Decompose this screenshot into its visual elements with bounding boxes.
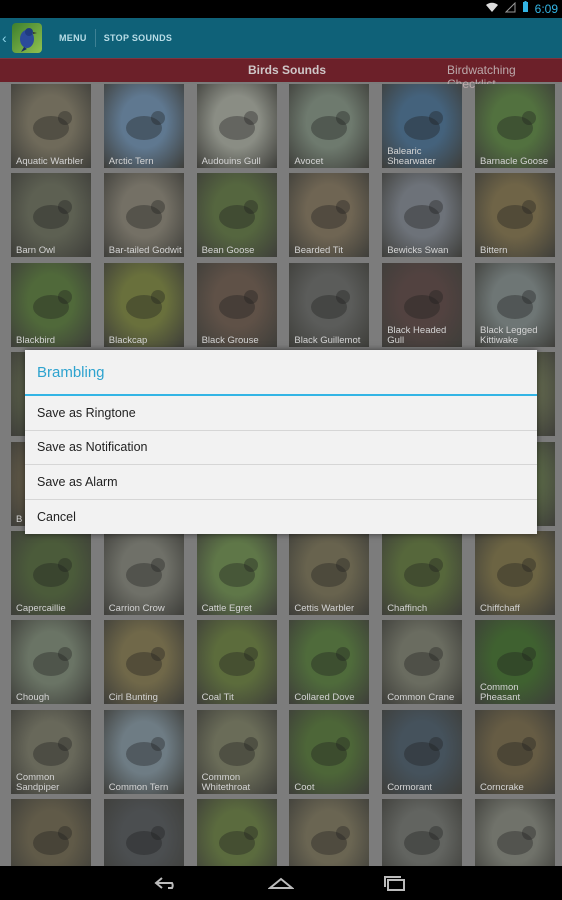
- navigation-bar: [0, 866, 562, 900]
- stop-sounds-button[interactable]: STOP SOUNDS: [96, 18, 180, 58]
- save-as-notification-option[interactable]: Save as Notification: [25, 431, 537, 465]
- recent-apps-nav-icon[interactable]: [378, 873, 412, 893]
- bird-tile[interactable]: Blackcap: [103, 262, 184, 347]
- bird-name-label: Bean Goose: [201, 245, 255, 257]
- bird-name-label: Barn Owl: [16, 245, 56, 257]
- bird-name-label: Chiffchaff: [480, 603, 520, 614]
- bird-name-label: Barnacle Goose: [480, 156, 549, 167]
- bird-tile[interactable]: Common Crane: [382, 620, 463, 705]
- bird-tile[interactable]: Chough: [11, 620, 91, 705]
- bird-tile[interactable]: Avocet: [289, 84, 370, 168]
- bird-name-label: Chaffinch: [387, 603, 428, 614]
- save-as-ringtone-option[interactable]: Save as Ringtone: [25, 396, 537, 431]
- wifi-icon: [485, 2, 499, 16]
- bird-name-label: Chough: [16, 692, 50, 704]
- bird-tile[interactable]: Cirl Bunting: [103, 620, 184, 705]
- bird-tile[interactable]: Audouins Gull: [196, 84, 277, 168]
- tab-birds-sounds[interactable]: Birds Sounds: [248, 63, 326, 77]
- bird-tile[interactable]: Common Pheasant: [475, 620, 555, 705]
- bird-tile[interactable]: Common Sandpiper: [11, 709, 91, 794]
- dialog-title: Brambling: [25, 350, 537, 396]
- bird-name-label: Cettis Warbler: [294, 603, 355, 614]
- bird-name-label: Bittern: [480, 245, 508, 257]
- bird-tile[interactable]: Coot: [289, 709, 370, 794]
- bird-name-label: Cattle Egret: [201, 603, 252, 614]
- menu-button[interactable]: MENU: [51, 18, 95, 58]
- bird-name-label: Cormorant: [387, 781, 433, 793]
- bird-tile[interactable]: Chaffinch: [382, 531, 463, 615]
- bird-name-label: Corncrake: [480, 781, 524, 793]
- bird-tile[interactable]: Arctic Tern: [103, 84, 184, 168]
- save-sound-dialog: Brambling Save as Ringtone Save as Notif…: [25, 350, 537, 534]
- bird-tile[interactable]: Collared Dove: [289, 620, 370, 705]
- bird-name-label: Bewicks Swan: [387, 245, 449, 257]
- bird-name-label: Capercaillie: [16, 603, 66, 614]
- bird-name-label: Black Guillemot: [294, 334, 361, 346]
- bird-name-label: Common Pheasant: [480, 682, 521, 704]
- bird-tile[interactable]: Bittern: [475, 173, 555, 258]
- bird-name-label: Common Sandpiper: [16, 771, 60, 793]
- save-as-alarm-option[interactable]: Save as Alarm: [25, 465, 537, 500]
- bird-name-label: Audouins Gull: [201, 156, 261, 167]
- bird-tile[interactable]: Black Headed Gull: [382, 262, 463, 347]
- bird-tile[interactable]: Aquatic Warbler: [11, 84, 91, 168]
- bird-name-label: Bar-tailed Godwit: [108, 245, 182, 257]
- bird-tile[interactable]: Carrion Crow: [103, 531, 184, 615]
- bird-name-label: Common Whitethroat: [201, 771, 251, 793]
- status-icons: 6:09: [485, 1, 558, 16]
- battery-icon: [522, 1, 529, 16]
- cancel-option[interactable]: Cancel: [25, 500, 537, 535]
- bird-name-label: Avocet: [294, 156, 324, 167]
- status-bar: 6:09: [0, 0, 562, 18]
- bird-tile[interactable]: Common Whitethroat: [196, 709, 277, 794]
- bird-tile[interactable]: Bean Goose: [196, 173, 277, 258]
- chevron-left-icon[interactable]: ‹: [2, 30, 12, 46]
- tab-bar: Birds Sounds Birdwatching Checklist: [0, 58, 562, 91]
- bird-tile[interactable]: Barnacle Goose: [475, 84, 555, 168]
- bird-name-label: Blackcap: [108, 334, 148, 346]
- bird-name-label: Common Crane: [387, 692, 455, 704]
- bird-tile[interactable]: Coal Tit: [196, 620, 277, 705]
- bird-name-label: Arctic Tern: [108, 156, 154, 167]
- bird-name-label: Bearded Tit: [294, 245, 343, 257]
- bird-name-label: Cirl Bunting: [108, 692, 158, 704]
- bird-name-label: Black Headed Gull: [387, 324, 447, 346]
- bird-name-label: Balearic Shearwater: [387, 146, 436, 167]
- bird-tile[interactable]: Blackbird: [11, 262, 91, 347]
- bird-tile[interactable]: Capercaillie: [11, 531, 91, 615]
- bird-tile[interactable]: Chiffchaff: [475, 531, 555, 615]
- bird-tile[interactable]: Bar-tailed Godwit: [103, 173, 184, 258]
- bird-tile[interactable]: Balearic Shearwater: [382, 84, 463, 168]
- bird-name-label: Coal Tit: [201, 692, 234, 704]
- home-nav-icon[interactable]: [264, 873, 298, 893]
- bird-name-label: Collared Dove: [294, 692, 355, 704]
- signal-icon: [504, 1, 516, 16]
- bird-tile[interactable]: Cormorant: [382, 709, 463, 794]
- bird-tile[interactable]: Black Legged Kittiwake: [475, 262, 555, 347]
- bird-name-label: Black Legged Kittiwake: [480, 324, 538, 346]
- bird-tile[interactable]: Barn Owl: [11, 173, 91, 258]
- app-screen: 6:09 ‹ MENU STOP SOUNDS Birds Sounds Bir…: [0, 0, 562, 900]
- bird-name-label: Black Grouse: [201, 334, 259, 346]
- bird-tile[interactable]: Bearded Tit: [289, 173, 370, 258]
- bird-name-label: Blackbird: [16, 334, 56, 346]
- bird-app-icon[interactable]: [12, 23, 42, 53]
- bird-name-label: Aquatic Warbler: [16, 156, 84, 167]
- back-nav-icon[interactable]: [150, 873, 184, 893]
- bird-name-label: Coot: [294, 781, 315, 793]
- bird-tile[interactable]: Black Grouse: [196, 262, 277, 347]
- status-time: 6:09: [534, 1, 558, 16]
- bird-tile[interactable]: Cattle Egret: [196, 531, 277, 615]
- bird-tile[interactable]: Common Tern: [103, 709, 184, 794]
- bird-tile[interactable]: Corncrake: [475, 709, 555, 794]
- bird-tile[interactable]: Black Guillemot: [289, 262, 370, 347]
- bird-name-label: Common Tern: [108, 781, 169, 793]
- bird-tile[interactable]: Cettis Warbler: [289, 531, 370, 615]
- bird-tile[interactable]: Bewicks Swan: [382, 173, 463, 258]
- action-bar: ‹ MENU STOP SOUNDS: [0, 18, 562, 58]
- bird-name-label: Carrion Crow: [108, 603, 165, 614]
